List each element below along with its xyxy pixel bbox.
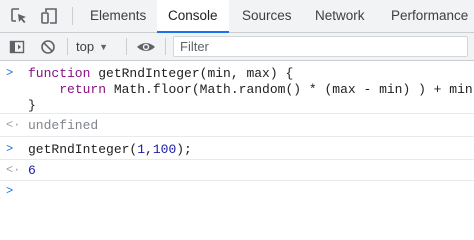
console-input-message: > function getRndInteger(min, max) { ret…	[0, 61, 474, 114]
console-toolbar: top ▼	[0, 33, 474, 61]
console-input-message: > getRndInteger(1,100);	[0, 137, 474, 160]
console-result-message: <· undefined	[0, 114, 474, 137]
context-caret-icon: ▼	[99, 42, 108, 52]
code-text: Math.floor(Math.random() * (max - min) )…	[106, 82, 474, 97]
code-text: getRndInteger(	[28, 142, 138, 157]
code-line: function getRndInteger(min, max) {	[28, 66, 293, 81]
sidebar-toggle-icon[interactable]	[6, 33, 28, 60]
code-text: );	[176, 142, 192, 157]
code-text: ,	[145, 142, 153, 157]
keyword: return	[59, 82, 107, 97]
console-prompt[interactable]: >	[0, 181, 474, 203]
result-value: undefined	[28, 118, 99, 133]
number-literal: 100	[152, 142, 177, 157]
tab-sources[interactable]: Sources	[231, 0, 303, 32]
console-result-message: <· 6	[0, 160, 474, 181]
inspect-element-icon[interactable]	[8, 0, 30, 32]
code-line: getRndInteger(1,100);	[28, 142, 192, 157]
live-expression-eye-icon[interactable]	[134, 33, 158, 60]
input-prompt-icon: >	[6, 184, 14, 198]
filter-input[interactable]	[173, 36, 468, 57]
toolbar-divider	[67, 38, 68, 55]
device-toolbar-icon[interactable]	[38, 0, 60, 32]
console-output: > function getRndInteger(min, max) { ret…	[0, 61, 474, 203]
toolbar-divider	[126, 38, 127, 55]
code-text: }	[28, 98, 36, 113]
code-text: getRndInteger(min, max) {	[90, 66, 294, 81]
input-prompt-icon: >	[6, 66, 14, 80]
context-selector[interactable]: top ▼	[76, 33, 108, 60]
number-literal: 1	[137, 142, 146, 157]
result-value: 6	[28, 163, 36, 178]
devtools-tab-bar: Elements Console Sources Network Perform…	[0, 0, 474, 33]
result-arrow-icon: <·	[6, 118, 21, 132]
result-arrow-icon: <·	[6, 163, 21, 177]
input-prompt-icon: >	[6, 142, 14, 156]
context-label: top	[76, 39, 95, 54]
clear-console-icon[interactable]	[37, 33, 59, 60]
tab-bar-divider	[72, 7, 73, 25]
tab-performance[interactable]: Performance	[380, 0, 474, 32]
tab-elements[interactable]: Elements	[79, 0, 157, 32]
keyword: function	[28, 66, 91, 81]
tab-network[interactable]: Network	[304, 0, 376, 32]
tab-console[interactable]: Console	[157, 0, 229, 33]
code-line: }	[28, 98, 36, 113]
code-line: return Math.floor(Math.random() * (max -…	[28, 82, 474, 97]
toolbar-divider	[165, 38, 166, 55]
